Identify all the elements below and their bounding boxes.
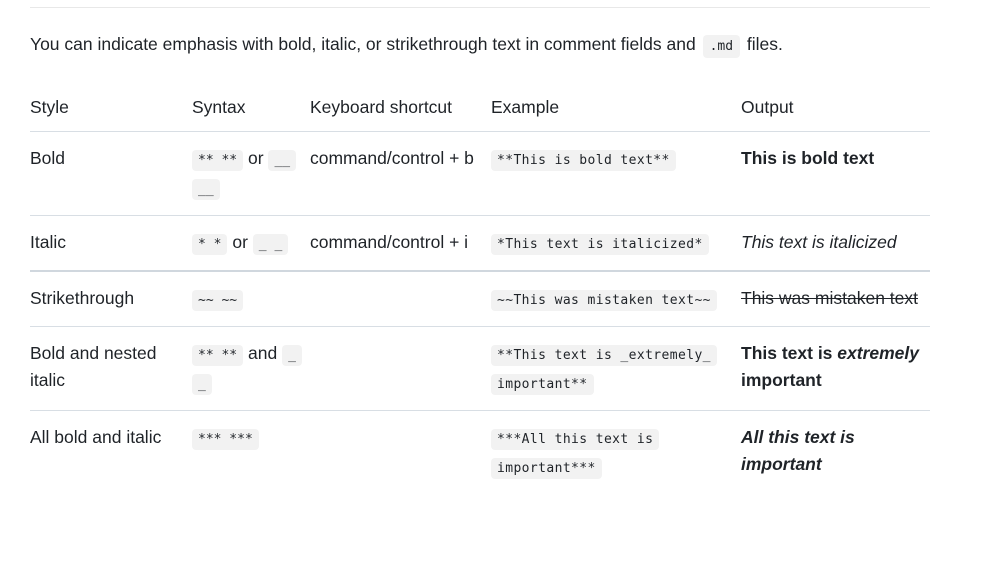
cell-output: All this text is important [741, 411, 930, 489]
table-row-bold-nested-italic: Bold and nested italic ** ** and _ _ **T… [30, 326, 930, 411]
cell-output: This text is extremely important [741, 327, 930, 411]
syntax-join: or [232, 232, 248, 252]
intro-paragraph: You can indicate emphasis with bold, ita… [30, 31, 783, 60]
example-code: ***All this text is important*** [491, 429, 660, 479]
header-style: Style [30, 97, 69, 117]
intro-code-md: .md [702, 35, 741, 58]
table-row-all-bold-italic: All bold and italic *** *** ***All this … [30, 410, 930, 489]
example-code: ~~This was mistaken text~~ [491, 290, 717, 311]
example-code: **This text is _extremely_ important** [491, 345, 717, 395]
table-header-row: Style Syntax Keyboard shortcut Example O… [30, 86, 930, 132]
cell-example: ~~This was mistaken text~~ [491, 271, 741, 327]
cell-syntax: ** ** and _ _ [192, 327, 310, 411]
table-row-bold: Bold ** ** or __ __ command/control + b … [30, 131, 930, 216]
cell-syntax: *** *** [192, 411, 310, 489]
output-bold-nested: This text is extremely important [741, 343, 919, 390]
output-italic: This text is italicized [741, 232, 897, 252]
cell-style: All bold and italic [30, 427, 162, 447]
header-keyboard-shortcut: Keyboard shortcut [310, 97, 453, 117]
syntax-code: ** ** [192, 345, 244, 366]
cell-shortcut: command/control + i [310, 232, 469, 252]
cell-output: This text is italicized [741, 216, 930, 272]
output-part: This text is [741, 343, 838, 363]
cell-output: This is bold text [741, 132, 930, 216]
output-bold-italic: All this text is important [741, 427, 855, 474]
cell-syntax: * * or _ _ [192, 216, 310, 272]
cell-syntax: ~~ ~~ [192, 271, 310, 327]
cell-example: **This is bold text** [491, 132, 741, 216]
output-part-end: important [741, 370, 822, 390]
cell-shortcut [310, 327, 491, 411]
syntax-join: and [248, 343, 278, 363]
intro-text: You can indicate emphasis with bold, ita… [30, 34, 696, 54]
header-output: Output [741, 97, 794, 117]
syntax-code: ~~ ~~ [192, 290, 244, 311]
cell-example: ***All this text is important*** [491, 411, 741, 489]
cell-style: Strikethrough [30, 288, 135, 308]
output-strikethrough: This was mistaken text [741, 288, 918, 308]
syntax-join: or [248, 148, 264, 168]
syntax-code-alt: _ _ [252, 234, 289, 255]
cell-syntax: ** ** or __ __ [192, 132, 310, 216]
syntax-code: * * [192, 234, 228, 255]
output-italic-part: extremely [837, 343, 920, 363]
top-divider [30, 7, 930, 8]
header-example: Example [491, 97, 560, 117]
table-row-strikethrough: Strikethrough ~~ ~~ ~~This was mistaken … [30, 271, 930, 327]
cell-example: **This text is _extremely_ important** [491, 327, 741, 411]
cell-style: Bold [30, 148, 66, 168]
emphasis-table: Style Syntax Keyboard shortcut Example O… [30, 86, 930, 488]
cell-example: *This text is italicized* [491, 216, 741, 272]
cell-output: This was mistaken text [741, 271, 930, 327]
table-row-italic: Italic * * or _ _ command/control + i *T… [30, 215, 930, 272]
header-syntax: Syntax [192, 97, 246, 117]
cell-style: Bold and nested italic [30, 343, 157, 390]
example-code: **This is bold text** [491, 150, 676, 171]
example-code: *This text is italicized* [491, 234, 709, 255]
intro-text-end: files. [746, 34, 783, 54]
syntax-code: *** *** [192, 429, 259, 450]
output-bold: This is bold text [741, 148, 875, 168]
cell-style: Italic [30, 232, 66, 252]
syntax-code: ** ** [192, 150, 244, 171]
cell-shortcut [310, 411, 491, 489]
cell-shortcut: command/control + b [310, 148, 474, 168]
cell-shortcut [310, 271, 491, 327]
